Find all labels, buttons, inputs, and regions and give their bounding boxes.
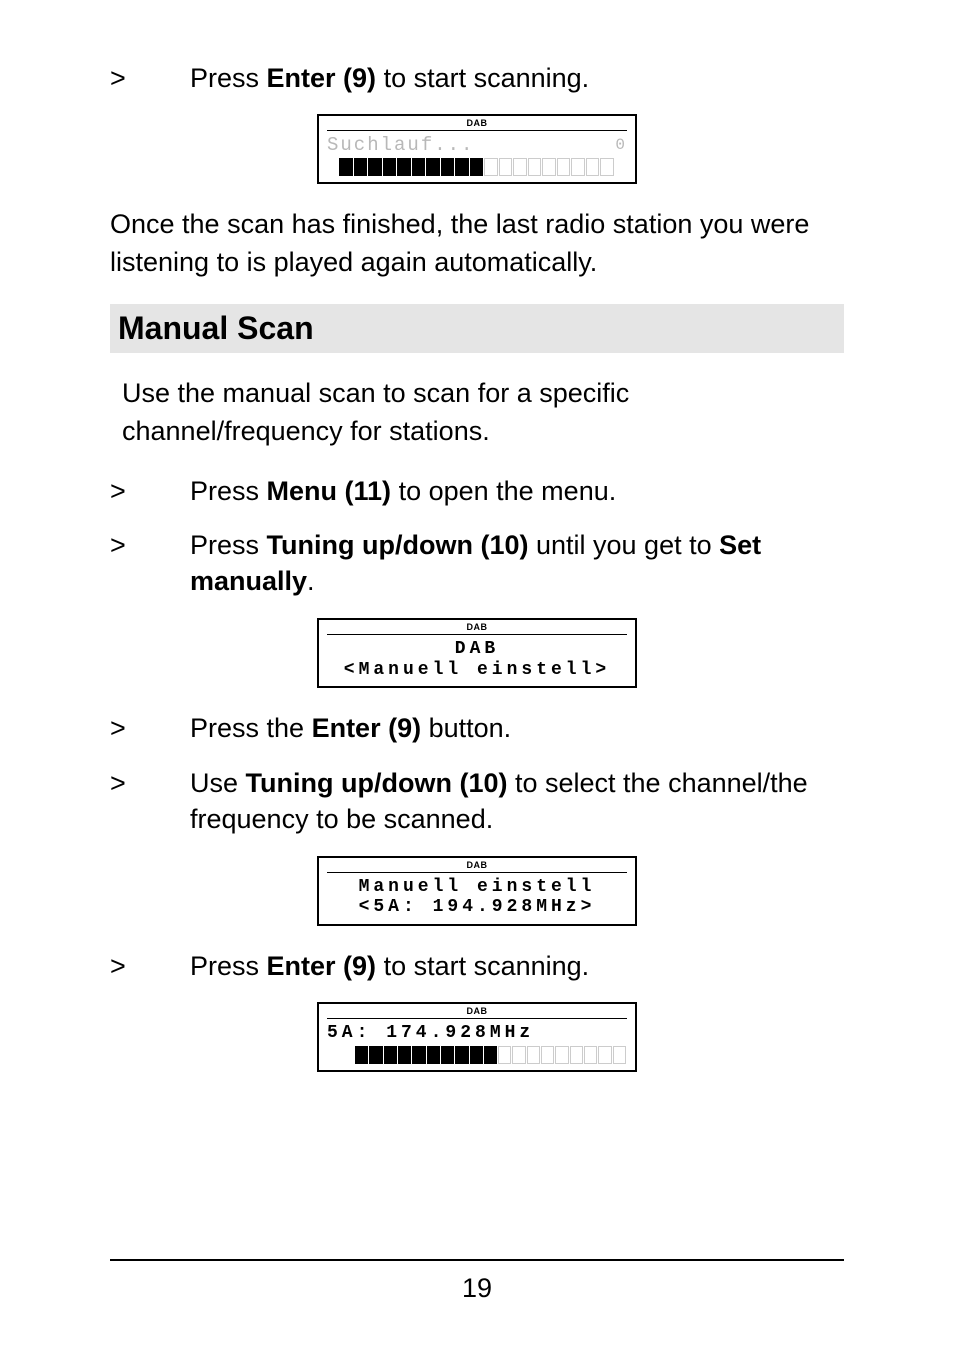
paragraph-scan-finished: Once the scan has finished, the last rad… — [110, 206, 844, 282]
lcd-line-1: Suchlauf... 0 — [327, 135, 627, 156]
lcd-top-bar: DAB — [327, 1007, 627, 1019]
step-tuning-set-manually: > Press Tuning up/down (10) until you ge… — [110, 527, 844, 600]
bullet-chevron: > — [110, 473, 190, 509]
step-press-menu: > Press Menu (11) to open the menu. — [110, 473, 844, 509]
text-part: to start scanning. — [376, 63, 589, 93]
bullet-chevron: > — [110, 527, 190, 563]
dab-label: DAB — [464, 1006, 491, 1017]
enter-button-ref: Enter (9) — [312, 713, 422, 743]
text-part: to start scanning. — [376, 951, 589, 981]
lcd-line-1: DAB — [327, 639, 627, 660]
footer-rule — [110, 1259, 844, 1261]
enter-button-ref: Enter (9) — [267, 951, 377, 981]
dab-label: DAB — [464, 622, 491, 633]
dab-label: DAB — [464, 860, 491, 871]
step-text: Press Enter (9) to start scanning. — [190, 60, 844, 96]
enter-button-ref: Enter (9) — [267, 63, 377, 93]
text-part: until you get to — [528, 530, 719, 560]
lcd-frame: DAB Suchlauf... 0 — [317, 114, 637, 184]
lcd-text: Suchlauf... — [327, 135, 474, 156]
lcd-line-2: <5A: 194.928MHz> — [327, 897, 627, 918]
menu-button-ref: Menu (11) — [267, 476, 392, 506]
step-text: Press the Enter (9) button. — [190, 710, 844, 746]
lcd-display-frequency-select: DAB Manuell einstell <5A: 194.928MHz> — [110, 856, 844, 926]
step-press-enter-button: > Press the Enter (9) button. — [110, 710, 844, 746]
step-text: Press Menu (11) to open the menu. — [190, 473, 844, 509]
bullet-chevron: > — [110, 948, 190, 984]
page-number: 19 — [462, 1273, 492, 1303]
lcd-line-2: <Manuell einstell> — [327, 660, 627, 681]
heading-bar: Manual Scan — [110, 304, 844, 353]
lcd-frame: DAB DAB <Manuell einstell> — [317, 618, 637, 688]
bullet-chevron: > — [110, 710, 190, 746]
lcd-line-1: 5A: 174.928MHz — [327, 1023, 627, 1044]
text-part: button. — [421, 713, 511, 743]
text-part: Press — [190, 951, 267, 981]
lcd-progress-bar — [327, 1046, 627, 1064]
text-part: Press — [190, 63, 267, 93]
step-text: Press Tuning up/down (10) until you get … — [190, 527, 844, 600]
step-press-enter-start: > Press Enter (9) to start scanning. — [110, 60, 844, 96]
lcd-count: 0 — [615, 137, 627, 155]
text-part: Use — [190, 768, 246, 798]
lcd-frame: DAB 5A: 174.928MHz — [317, 1002, 637, 1072]
tuning-button-ref: Tuning up/down (10) — [267, 530, 529, 560]
step-text: Press Enter (9) to start scanning. — [190, 948, 844, 984]
lcd-top-bar: DAB — [327, 861, 627, 873]
lcd-progress-bar — [327, 158, 627, 176]
text-part: to open the menu. — [391, 476, 616, 506]
step-press-enter-scan: > Press Enter (9) to start scanning. — [110, 948, 844, 984]
text-part: Press — [190, 476, 267, 506]
lcd-frame: DAB Manuell einstell <5A: 194.928MHz> — [317, 856, 637, 926]
lcd-display-scan-running: DAB 5A: 174.928MHz — [110, 1002, 844, 1072]
lcd-display-manual-menu: DAB DAB <Manuell einstell> — [110, 618, 844, 688]
text-part: Press the — [190, 713, 312, 743]
lcd-display-scan: DAB Suchlauf... 0 — [110, 114, 844, 184]
dab-label: DAB — [464, 118, 491, 129]
step-tuning-select-channel: > Use Tuning up/down (10) to select the … — [110, 765, 844, 838]
bullet-chevron: > — [110, 60, 190, 96]
bullet-chevron: > — [110, 765, 190, 801]
step-text: Use Tuning up/down (10) to select the ch… — [190, 765, 844, 838]
text-part: . — [307, 566, 315, 596]
lcd-top-bar: DAB — [327, 623, 627, 635]
tuning-button-ref: Tuning up/down (10) — [246, 768, 508, 798]
heading-manual-scan: Manual Scan — [118, 310, 836, 347]
page-footer: 19 — [110, 1259, 844, 1304]
lcd-top-bar: DAB — [327, 119, 627, 131]
paragraph-manual-scan-desc: Use the manual scan to scan for a specif… — [110, 375, 844, 451]
lcd-line-1: Manuell einstell — [327, 877, 627, 898]
text-part: Press — [190, 530, 267, 560]
